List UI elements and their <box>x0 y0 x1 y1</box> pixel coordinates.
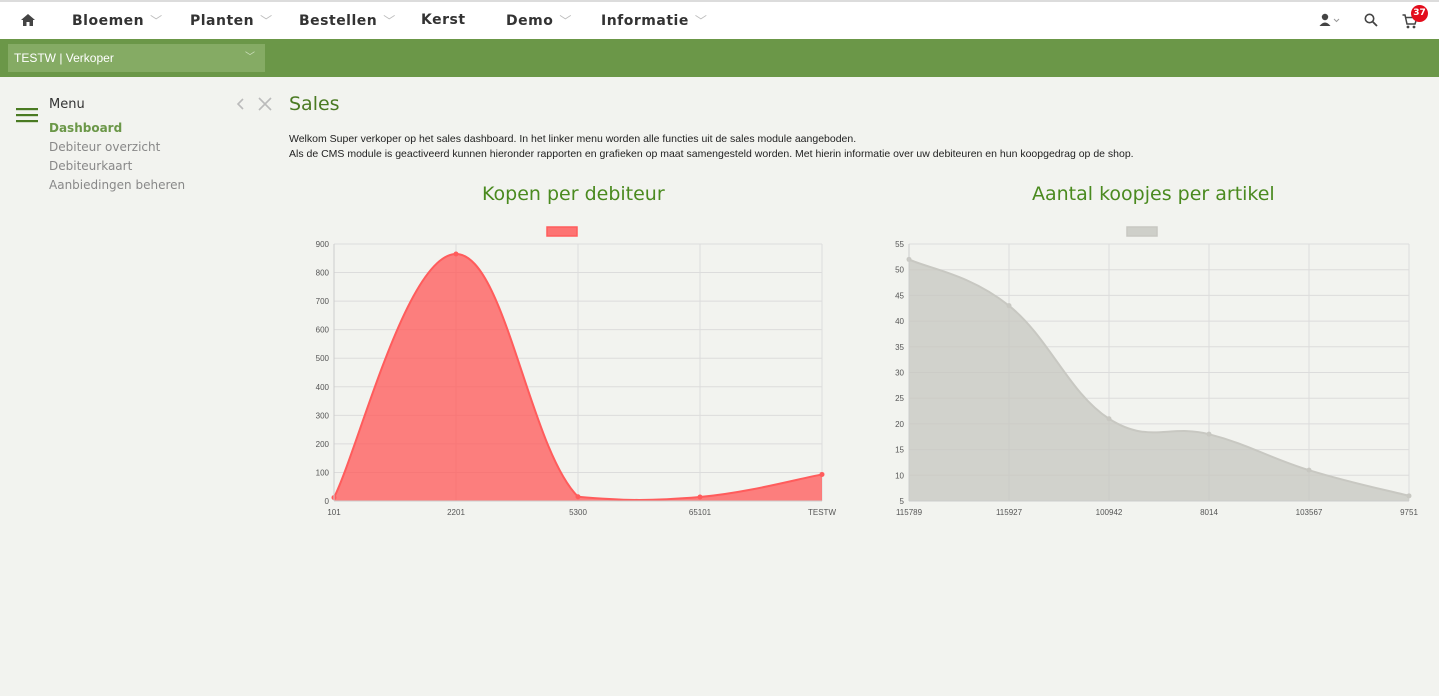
nav-item-informatie[interactable]: Informatie ﹀ <box>601 12 707 29</box>
x-tick-label: 103567 <box>1296 508 1323 517</box>
y-tick-label: 900 <box>316 240 330 249</box>
y-tick-label: 35 <box>895 343 904 352</box>
y-tick-label: 55 <box>895 240 904 249</box>
search-icon[interactable] <box>1364 13 1378 27</box>
sidebar-item-debiteur-overzicht[interactable]: Debiteur overzicht <box>49 140 160 154</box>
account-select[interactable]: TESTW | Verkoper ﹀ <box>8 44 265 72</box>
x-tick-label: 8014 <box>1200 508 1218 517</box>
x-tick-label: 100942 <box>1096 508 1123 517</box>
y-tick-label: 200 <box>316 440 330 449</box>
menu-title: Menu <box>49 97 85 112</box>
y-tick-label: 300 <box>316 411 330 420</box>
data-point <box>1006 303 1012 309</box>
y-tick-label: 400 <box>316 383 330 392</box>
chart-title-koopjes: Aantal koopjes per artikel <box>1032 183 1275 205</box>
y-tick-label: 10 <box>895 471 904 480</box>
x-tick-label: 2201 <box>447 508 465 517</box>
chevron-down-icon: ﹀ <box>260 14 273 28</box>
y-tick-label: 15 <box>895 446 904 455</box>
home-icon[interactable] <box>20 12 36 28</box>
data-point <box>1306 467 1312 473</box>
y-tick-label: 800 <box>316 269 330 278</box>
data-point <box>1206 431 1212 437</box>
data-point <box>819 471 825 477</box>
data-point <box>575 494 581 500</box>
user-icon[interactable] <box>1319 13 1341 27</box>
y-tick-label: 45 <box>895 291 904 300</box>
y-tick-label: 25 <box>895 394 904 403</box>
x-tick-label: 5300 <box>569 508 587 517</box>
x-tick-label: 115789 <box>896 508 923 517</box>
legend-swatch <box>1126 226 1158 237</box>
chevron-left-icon[interactable] <box>236 98 244 110</box>
y-tick-label: 50 <box>895 266 904 275</box>
nav-item-bestellen[interactable]: Bestellen ﹀ <box>299 12 396 29</box>
nav-item-demo[interactable]: Demo ﹀ <box>506 12 572 29</box>
sidebar-controls <box>236 97 272 111</box>
page-title: Sales <box>289 93 340 115</box>
y-tick-label: 0 <box>325 497 330 506</box>
data-point <box>453 251 459 257</box>
x-tick-label: TESTW <box>808 508 836 517</box>
nav-item-planten[interactable]: Planten ﹀ <box>190 12 273 29</box>
chevron-down-icon: ﹀ <box>245 52 255 63</box>
y-tick-label: 100 <box>316 468 330 477</box>
x-tick-label: 101 <box>327 508 341 517</box>
intro-line-2: Als de CMS module is geactiveerd kunnen … <box>289 148 1134 160</box>
intro-line-1: Welkom Super verkoper op het sales dashb… <box>289 133 857 145</box>
nav-item-kerst[interactable]: Kerst <box>421 12 466 28</box>
data-point <box>697 494 703 500</box>
chevron-down-icon: ﹀ <box>694 14 708 28</box>
x-tick-label: 65101 <box>689 508 712 517</box>
chevron-down-icon: ﹀ <box>559 14 572 28</box>
y-tick-label: 20 <box>895 420 904 429</box>
nav-item-bloemen[interactable]: Bloemen ﹀ <box>72 12 163 29</box>
account-bar: TESTW | Verkoper ﹀ <box>0 39 1439 77</box>
cart-count-badge: 37 <box>1411 5 1428 22</box>
account-select-value: TESTW | Verkoper <box>14 51 114 65</box>
y-tick-label: 5 <box>900 497 905 506</box>
chart-title-kopen: Kopen per debiteur <box>482 183 665 205</box>
data-point <box>1106 416 1112 422</box>
sidebar-item-dashboard[interactable]: Dashboard <box>49 121 122 135</box>
x-tick-label: 115927 <box>996 508 1023 517</box>
data-point <box>1406 493 1412 499</box>
sidebar-item-aanbiedingen-beheren[interactable]: Aanbiedingen beheren <box>49 178 185 192</box>
sidebar-item-debiteurkaart[interactable]: Debiteurkaart <box>49 159 132 173</box>
chevron-down-icon: ﹀ <box>383 14 396 28</box>
close-icon[interactable] <box>258 97 272 111</box>
legend-swatch <box>546 226 578 237</box>
hamburger-menu-icon[interactable] <box>16 107 38 123</box>
y-tick-label: 40 <box>895 317 904 326</box>
y-tick-label: 30 <box>895 369 904 378</box>
x-tick-label: 9751 <box>1400 508 1418 517</box>
y-tick-label: 600 <box>316 326 330 335</box>
chevron-down-icon: ﹀ <box>150 14 163 28</box>
y-tick-label: 700 <box>316 297 330 306</box>
intro-text: Welkom Super verkoper op het sales dashb… <box>289 132 1134 162</box>
top-navigation: Bloemen ﹀ Planten ﹀ Bestellen ﹀ Kerst Demo ﹀… <box>0 0 1439 39</box>
y-tick-label: 500 <box>316 354 330 363</box>
chart-kopen-per-debiteur: 0 100 200 300 400 500 600 700 800 900 101 2201 5300 6… <box>316 226 836 517</box>
chart-koopjes-per-artikel: 5 10 15 20 25 30 35 40 45 50 55 115789 115927 100942 8… <box>895 226 1418 517</box>
